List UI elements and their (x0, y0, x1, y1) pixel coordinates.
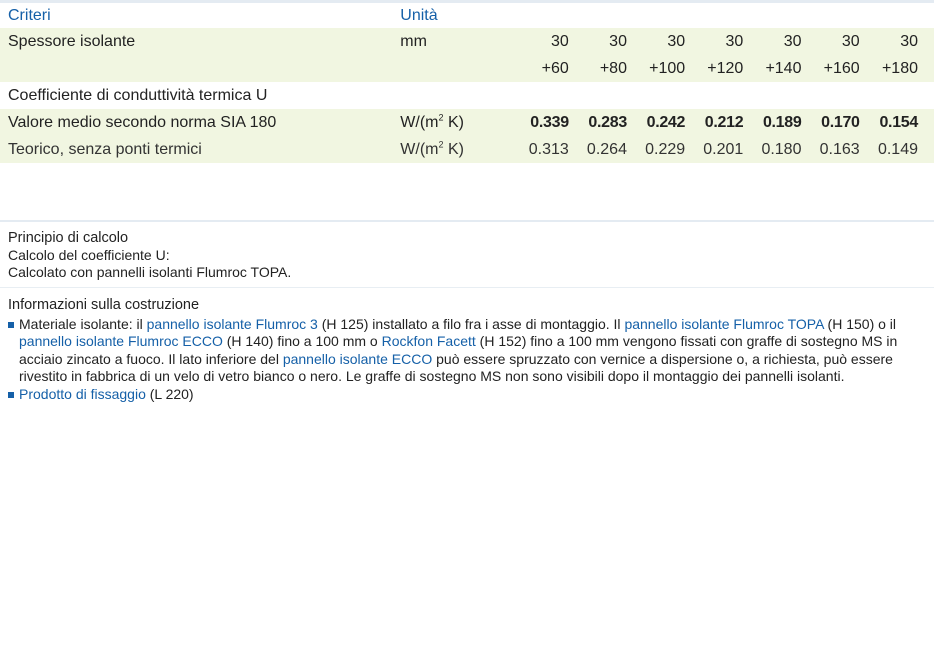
calc-line: Calcolato con pannelli isolanti Flumroc … (8, 264, 292, 280)
row-unit: W/(m2 K) (400, 109, 511, 136)
link-flumroc-3[interactable]: pannello isolante Flumroc 3 (147, 316, 318, 332)
row-label: Teorico, senza ponti termici (0, 136, 401, 163)
row-label: Valore medio secondo norma SIA 180 (0, 109, 401, 136)
table-cell: 0.149 (859, 136, 934, 163)
list-item: Prodotto di fissaggio (L 220) (8, 386, 926, 404)
table-cell: 30 (510, 28, 569, 55)
table-cell: 30 (685, 28, 744, 55)
section-divider (0, 287, 934, 288)
table-cell: +60 (510, 55, 569, 82)
table-cell: 0.339 (510, 109, 569, 136)
table-cell: +120 (685, 55, 744, 82)
row-unit: mm (400, 28, 511, 55)
table-cell: 30 (859, 28, 934, 55)
table-cell: 0.163 (801, 136, 860, 163)
row-unit: W/(m2 K) (400, 136, 511, 163)
table-cell: 30 (626, 28, 686, 55)
table-cell: 0.283 (568, 109, 627, 136)
calc-title: Principio di calcolo (8, 230, 129, 246)
header-criteria: Criteri (8, 6, 51, 24)
table-row: Spessore isolante mm 30 30 30 30 30 30 3… (0, 28, 934, 55)
table-cell: 30 (568, 28, 627, 55)
table-cell: 0.170 (801, 109, 860, 136)
table-header-row: Criteri Unità (0, 3, 934, 28)
table-cell: 0.242 (626, 109, 685, 136)
table-cell: 0.180 (743, 136, 802, 163)
table-row: Coefficiente di conduttività termica U (0, 82, 934, 109)
construction-info: Informazioni sulla costruzione Materiale… (8, 297, 926, 403)
table-cell: +100 (626, 55, 686, 82)
link-prodotto-fissaggio[interactable]: Prodotto di fissaggio (19, 386, 146, 402)
table-cell: 0.264 (568, 136, 627, 163)
table-cell: +180 (859, 55, 934, 82)
table-cell: 0.212 (685, 109, 744, 136)
bullet-icon (8, 391, 14, 398)
table-row: Teorico, senza ponti termici W/(m2 K) 0.… (0, 136, 934, 163)
list-item: Materiale isolante: il pannello isolante… (8, 316, 926, 386)
bullet-icon (8, 321, 14, 328)
section-divider (0, 220, 934, 222)
calc-line: Calcolo del coefficiente U: (8, 247, 170, 263)
row-label: Spessore isolante (0, 28, 401, 55)
header-unit: Unità (400, 6, 438, 24)
row-label (0, 55, 401, 82)
table-cell: 0.201 (685, 136, 744, 163)
table-row: +60 +80 +100 +120 +140 +160 +180 (0, 55, 934, 82)
table-cell: 0.189 (743, 109, 802, 136)
link-rockfon-facett[interactable]: Rockfon Facett (382, 333, 476, 349)
calc-principle: Principio di calcolo Calcolo del coeffic… (8, 230, 928, 281)
criteria-table: Criteri Unità Spessore isolante mm 30 30… (0, 3, 934, 163)
row-label: Coefficiente di conduttività termica U (8, 86, 268, 104)
table-cell: +80 (568, 55, 627, 82)
link-ecco[interactable]: pannello isolante ECCO (283, 351, 432, 367)
row-unit (400, 55, 511, 82)
construction-title: Informazioni sulla costruzione (8, 297, 200, 313)
table-cell: 0.154 (859, 109, 934, 136)
table-row: Valore medio secondo norma SIA 180 W/(m2… (0, 109, 934, 136)
table-cell: +140 (743, 55, 802, 82)
table-cell: 0.313 (510, 136, 569, 163)
table-cell: 0.229 (626, 136, 686, 163)
link-flumroc-ecco[interactable]: pannello isolante Flumroc ECCO (19, 333, 223, 349)
table-cell: 30 (743, 28, 802, 55)
table-cell: +160 (801, 55, 860, 82)
link-flumroc-topa[interactable]: pannello isolante Flumroc TOPA (624, 316, 823, 332)
table-cell: 30 (801, 28, 860, 55)
